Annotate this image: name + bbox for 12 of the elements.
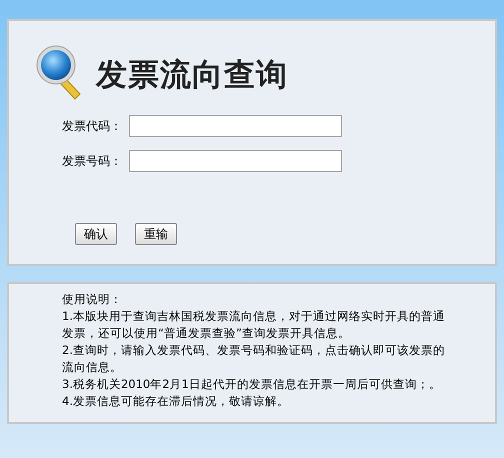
form-button[interactable]: 确认 <box>75 223 117 245</box>
field-label: 发票代码： <box>62 118 123 135</box>
instruction-item: 4.发票信息可能存在滞后情况，敬请谅解。 <box>62 393 290 410</box>
input-field[interactable] <box>129 150 342 172</box>
instruction-item: 2.查询时，请输入发票代码、发票号码和验证码，点击确认即可该发票的流向信息。 <box>62 342 446 376</box>
instruction-item: 1.本版块用于查询吉林国税发票流向信息，对于通过网络实时开具的普通发票，还可以使用“普通发票查验”查询发票开具信息。 <box>62 308 446 342</box>
form-button[interactable]: 重输 <box>135 223 177 245</box>
instructions-heading: 使用说明： <box>62 291 122 308</box>
input-field[interactable] <box>129 115 342 137</box>
page-title: 发票流向查询 <box>96 60 288 90</box>
field-label: 发票号码： <box>62 153 123 170</box>
instruction-item: 3.税务机关2010年2月1日起代开的发票信息在开票一周后可供查询；。 <box>62 376 442 393</box>
